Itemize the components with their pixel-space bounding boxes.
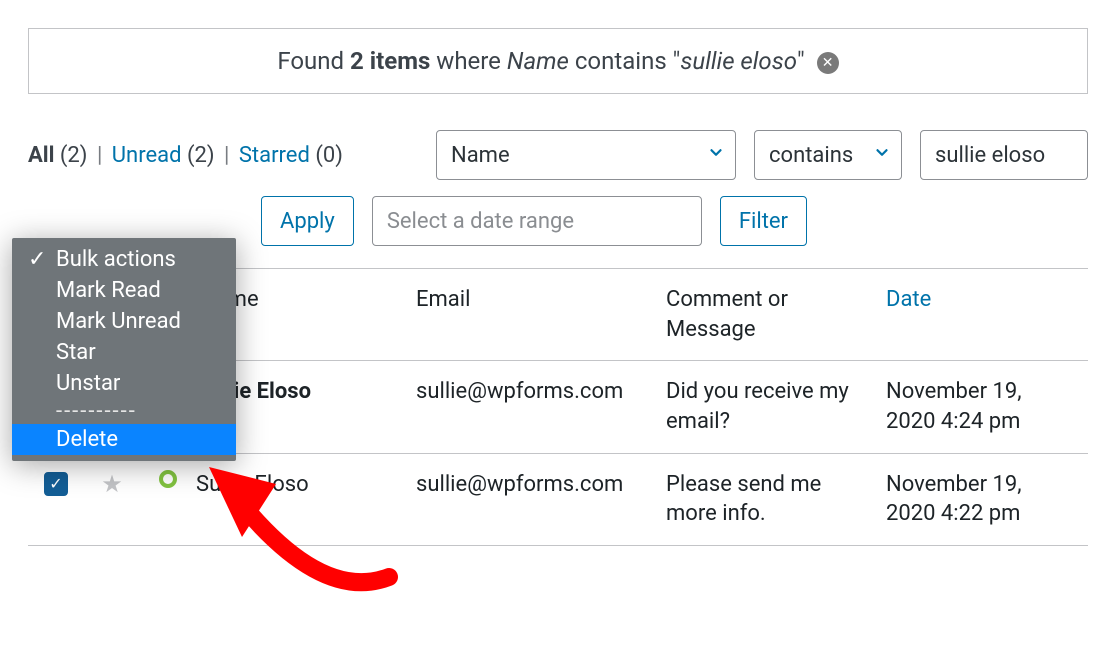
view-starred[interactable]: Starred <box>239 143 310 168</box>
apply-button[interactable]: Apply <box>261 196 354 246</box>
banner-mid2: contains " <box>569 47 680 75</box>
row-name: Sullie Eloso <box>196 470 416 500</box>
table-row[interactable]: ✓ ★ Sullie Eloso sullie@wpforms.com Plea… <box>28 454 1088 546</box>
date-range-placeholder: Select a date range <box>387 209 574 234</box>
row-comment: Please send me more info. <box>666 470 886 529</box>
row-star[interactable]: ★ <box>84 470 140 498</box>
chevron-down-icon <box>707 143 725 168</box>
filter-label: Filter <box>739 209 788 234</box>
col-email: Email <box>416 285 666 315</box>
bulk-actions-dropdown[interactable]: Bulk actions Mark Read Mark Unread Star … <box>12 238 236 461</box>
view-starred-count: (0) <box>315 143 343 168</box>
view-all[interactable]: All <box>28 143 54 168</box>
banner-mid: where <box>430 47 507 75</box>
banner-field: Name <box>507 47 569 75</box>
row-email: sullie@wpforms.com <box>416 470 666 500</box>
view-unread[interactable]: Unread <box>112 143 182 168</box>
filter-button[interactable]: Filter <box>720 196 807 246</box>
row-checkbox[interactable]: ✓ <box>28 470 84 496</box>
view-unread-count: (2) <box>187 143 215 168</box>
banner-count: 2 items <box>350 47 430 75</box>
row-email: sullie@wpforms.com <box>416 377 666 407</box>
bulk-item-mark-unread[interactable]: Mark Unread <box>12 306 236 337</box>
bulk-item-unstar[interactable]: Unstar <box>12 368 236 399</box>
filter-field-select[interactable]: Name <box>436 130 736 180</box>
filter-operator-value: contains <box>769 143 853 168</box>
search-result-banner: Found 2 items where Name contains "sulli… <box>28 28 1088 94</box>
bulk-item-bulk-actions[interactable]: Bulk actions <box>12 244 236 275</box>
row-date: November 19, 2020 4:24 pm <box>886 377 1086 436</box>
row-unread-indicator <box>140 470 196 488</box>
view-all-count: (2) <box>60 143 88 168</box>
view-sep: | <box>93 143 106 168</box>
filter-value-text: sullie eloso <box>935 143 1045 168</box>
bulk-item-mark-read[interactable]: Mark Read <box>12 275 236 306</box>
filter-row: All (2) | Unread (2) | Starred (0) Name … <box>28 130 1088 180</box>
col-date[interactable]: Date <box>886 285 1086 315</box>
view-tabs: All (2) | Unread (2) | Starred (0) <box>28 143 343 168</box>
bulk-item-star[interactable]: Star <box>12 337 236 368</box>
filter-field-value: Name <box>451 143 510 168</box>
col-comment: Comment or Message <box>666 285 886 344</box>
clear-search-icon[interactable]: ✕ <box>817 52 839 74</box>
bulk-separator: ---------- <box>12 399 236 424</box>
bulk-item-delete[interactable]: Delete <box>12 424 236 455</box>
filter-operator-select[interactable]: contains <box>754 130 902 180</box>
view-sep: | <box>220 143 233 168</box>
date-range-input[interactable]: Select a date range <box>372 196 702 246</box>
row-date: November 19, 2020 4:22 pm <box>886 470 1086 529</box>
banner-prefix: Found <box>277 47 350 75</box>
filter-value-input[interactable]: sullie eloso <box>920 130 1088 180</box>
apply-label: Apply <box>280 209 335 234</box>
chevron-down-icon <box>873 143 891 168</box>
banner-suffix: " <box>797 47 805 75</box>
row-comment: Did you receive my email? <box>666 377 886 436</box>
banner-query: sullie eloso <box>680 47 797 75</box>
